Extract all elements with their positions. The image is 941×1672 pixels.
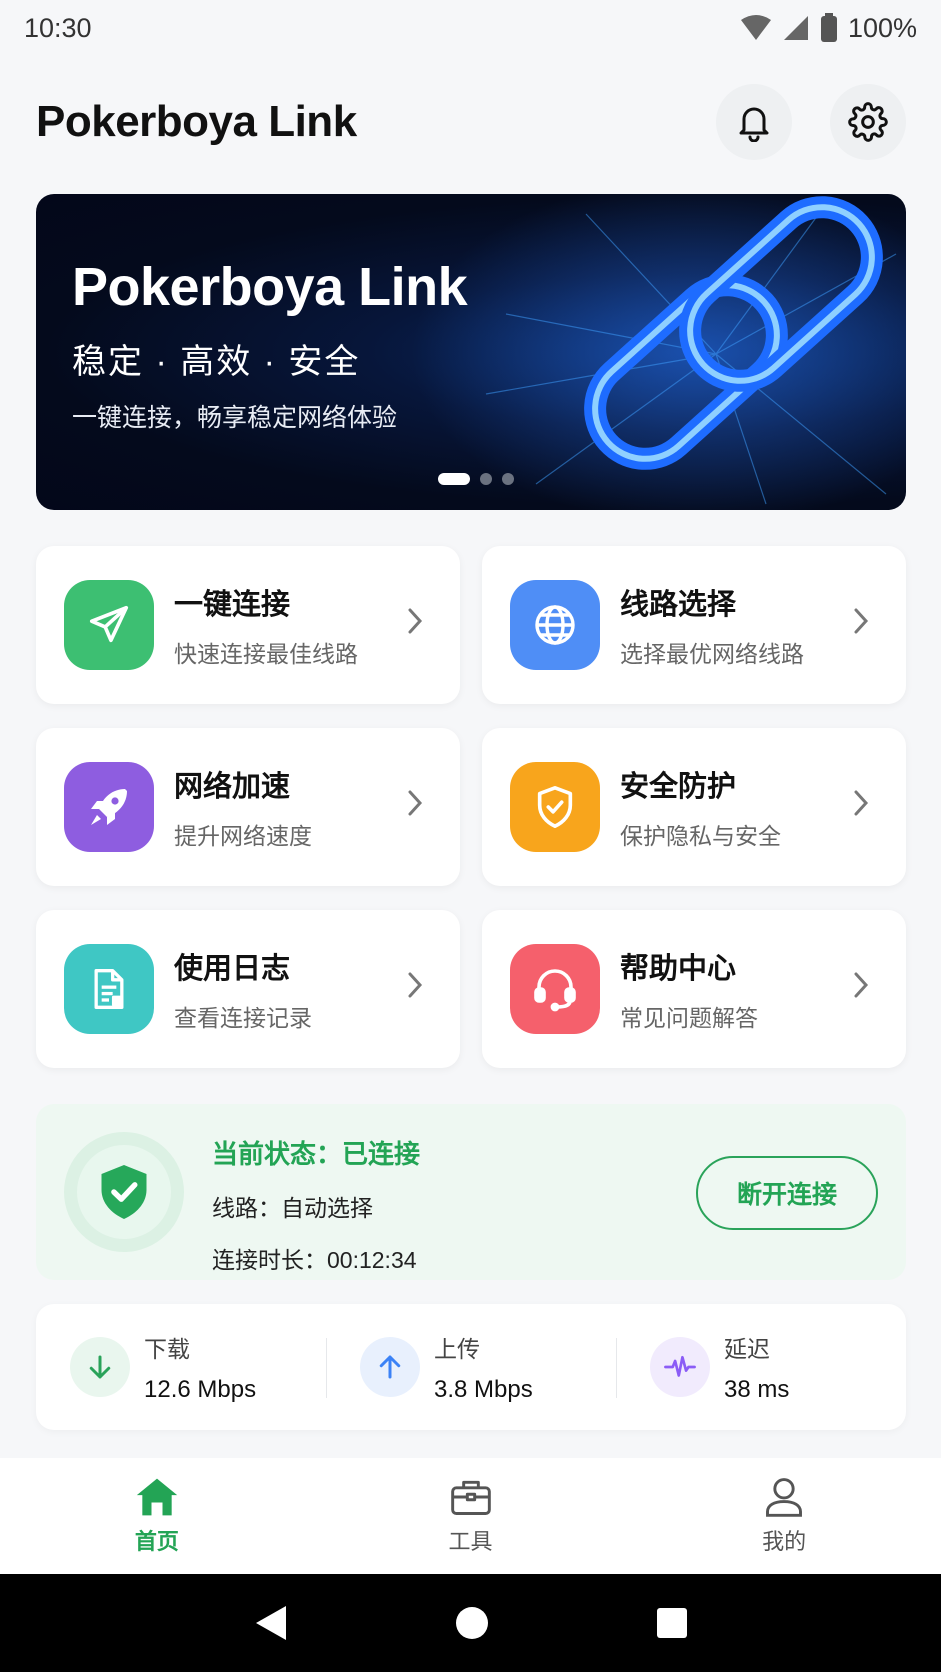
app-header: Pokerboya Link: [36, 82, 906, 162]
card-subtitle: 快速连接最佳线路: [174, 641, 358, 667]
shield-check-icon: [101, 1165, 147, 1219]
card-icon-bg: [510, 580, 600, 670]
wifi-icon: [740, 15, 771, 40]
card-title: 一键连接: [174, 589, 291, 621]
tab-label: 工具: [448, 1529, 493, 1554]
card-subtitle: 常见问题解答: [620, 1005, 758, 1031]
card-title: 帮助中心: [620, 953, 737, 985]
stat-value: 38 ms: [724, 1376, 790, 1403]
card-title: 网络加速: [174, 771, 291, 803]
chevron-right-icon: [408, 972, 423, 998]
home-icon: [136, 1478, 177, 1516]
feature-card-help[interactable]: 帮助中心 常见问题解答: [482, 910, 906, 1068]
home-circle-icon[interactable]: [455, 1606, 489, 1640]
feature-card-route[interactable]: 线路选择 选择最优网络线路: [482, 546, 906, 704]
toolbox-icon: [450, 1480, 491, 1515]
tab-tools[interactable]: 工具: [314, 1458, 628, 1574]
system-navigation-bar: [0, 1574, 941, 1672]
card-icon-bg: [510, 762, 600, 852]
stat-upload: 上传 3.8 Mbps: [326, 1304, 616, 1430]
stat-value: 3.8 Mbps: [434, 1376, 533, 1403]
card-subtitle: 查看连接记录: [174, 1005, 312, 1031]
chevron-right-icon: [408, 790, 423, 816]
feature-grid: 一键连接 快速连接最佳线路 线路选择 选择最优网络线路 网络加速 提升网络速度 …: [36, 546, 906, 1068]
promo-banner[interactable]: Pokerboya Link 稳定 · 高效 · 安全 一键连接，畅享稳定网络体…: [36, 194, 906, 510]
card-icon-bg: [64, 944, 154, 1034]
carousel-dot[interactable]: [502, 473, 514, 485]
chevron-right-icon: [854, 790, 869, 816]
stat-latency: 延迟 38 ms: [616, 1304, 906, 1430]
disconnect-button[interactable]: 断开连接: [696, 1156, 878, 1230]
tab-home[interactable]: 首页: [0, 1458, 314, 1574]
carousel-dot-active[interactable]: [438, 473, 470, 485]
stat-download: 下载 12.6 Mbps: [36, 1304, 326, 1430]
arrow-down-icon: [89, 1355, 111, 1379]
card-subtitle: 选择最优网络线路: [620, 641, 804, 667]
card-subtitle: 提升网络速度: [174, 823, 312, 849]
connection-status: 当前状态：已连接: [212, 1139, 421, 1169]
headset-icon: [534, 969, 576, 1012]
stat-label: 下载: [144, 1336, 190, 1362]
connection-route: 线路：自动选择: [212, 1195, 373, 1221]
shield-icon: [537, 786, 573, 828]
battery-icon: [820, 13, 837, 42]
stat-label: 延迟: [724, 1336, 770, 1362]
settings-button[interactable]: [830, 84, 906, 160]
carousel-dot[interactable]: [480, 473, 492, 485]
feature-card-connect[interactable]: 一键连接 快速连接最佳线路: [36, 546, 460, 704]
pulse-icon: [664, 1355, 696, 1377]
gear-icon: [848, 102, 888, 142]
feature-card-security[interactable]: 安全防护 保护隐私与安全: [482, 728, 906, 886]
connection-duration: 连接时长：00:12:34: [212, 1247, 417, 1273]
card-icon-bg: [64, 580, 154, 670]
signal-icon: [783, 16, 808, 40]
tab-label: 我的: [762, 1529, 807, 1554]
user-icon: [766, 1478, 803, 1517]
stat-value: 12.6 Mbps: [144, 1376, 257, 1403]
chain-link-illustration: [386, 194, 906, 510]
banner-title: Pokerboya Link: [72, 257, 468, 317]
card-title: 使用日志: [174, 953, 291, 985]
stat-label: 上传: [434, 1336, 480, 1362]
tab-profile[interactable]: 我的: [627, 1458, 941, 1574]
feature-card-boost[interactable]: 网络加速 提升网络速度: [36, 728, 460, 886]
app-title: Pokerboya Link: [36, 97, 357, 146]
chevron-right-icon: [854, 972, 869, 998]
bell-icon: [739, 107, 769, 142]
connection-status-card: 当前状态：已连接 线路：自动选择 连接时长：00:12:34 断开连接: [36, 1104, 906, 1280]
carousel-indicator[interactable]: [438, 473, 514, 485]
arrow-up-icon: [379, 1355, 401, 1379]
bottom-tab-bar: 首页 工具 我的: [0, 1458, 941, 1574]
card-icon-bg: [64, 762, 154, 852]
recents-icon[interactable]: [656, 1607, 688, 1639]
status-time: 10:30: [24, 12, 92, 43]
back-icon[interactable]: [254, 1604, 288, 1642]
status-shield-badge: [64, 1132, 184, 1252]
notification-button[interactable]: [716, 84, 792, 160]
banner-description: 一键连接，畅享稳定网络体验: [72, 404, 398, 432]
traffic-stats: 下载 12.6 Mbps 上传 3.8 Mbps 延迟 38 ms: [36, 1304, 906, 1430]
status-indicators: 100%: [740, 13, 917, 44]
paper-plane-icon: [89, 605, 129, 643]
feature-card-logs[interactable]: 使用日志 查看连接记录: [36, 910, 460, 1068]
card-title: 线路选择: [620, 589, 737, 621]
card-subtitle: 保护隐私与安全: [620, 823, 781, 849]
chevron-right-icon: [854, 608, 869, 634]
tab-label: 首页: [134, 1529, 179, 1554]
card-title: 安全防护: [620, 771, 737, 803]
card-icon-bg: [510, 944, 600, 1034]
header-actions: [716, 84, 906, 160]
status-bar: 10:30 100%: [0, 0, 941, 56]
banner-subtitle: 稳定 · 高效 · 安全: [72, 343, 361, 381]
chevron-right-icon: [408, 608, 423, 634]
rocket-icon: [91, 789, 127, 825]
battery-percent: 100%: [847, 12, 917, 43]
document-icon: [94, 969, 124, 1009]
globe-icon: [535, 605, 575, 645]
